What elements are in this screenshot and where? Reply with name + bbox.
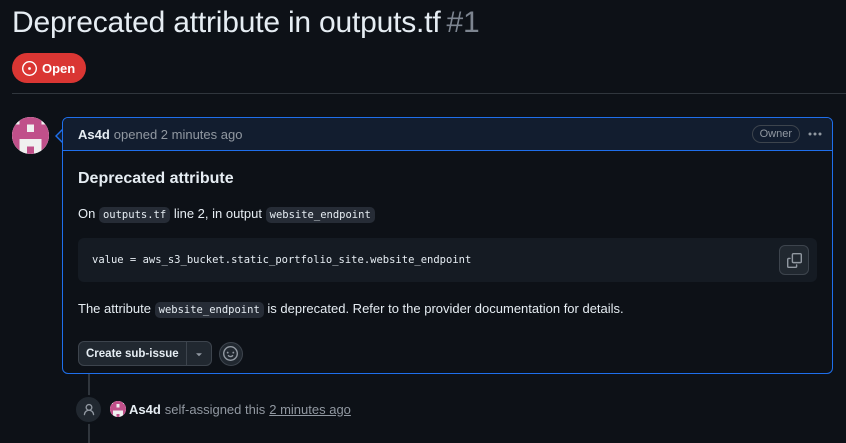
add-reaction-button[interactable] <box>218 341 243 366</box>
create-subissue-split-button: Create sub-issue <box>78 341 212 366</box>
comment-actions: Create sub-issue <box>78 341 817 366</box>
comment-paragraph-deprecation: The attribute website_endpoint is deprec… <box>78 299 817 320</box>
issue-title-text: Deprecated attribute in outputs.tf <box>12 6 441 39</box>
comment-heading: Deprecated attribute <box>78 170 234 187</box>
smiley-icon <box>223 346 239 361</box>
timeline-event-badge <box>74 395 103 424</box>
timeline-event: As4d self-assigned this 2 minutes ago <box>110 400 351 418</box>
file-name-code: outputs.tf <box>98 207 171 223</box>
issue-number: #1 <box>446 6 480 39</box>
comment-author-link[interactable]: As4d <box>78 127 110 142</box>
kebab-horizontal-icon <box>808 132 822 136</box>
header-divider <box>12 93 846 94</box>
author-avatar[interactable] <box>12 117 49 154</box>
comment-header: As4d opened 2 minutes ago Owner <box>63 118 832 151</box>
event-action: self-assigned this <box>164 401 266 417</box>
attribute-name-code: website_endpoint <box>154 302 264 318</box>
owner-badge: Owner <box>751 125 800 143</box>
code-block-text: value = aws_s3_bucket.static_portfolio_s… <box>92 254 472 266</box>
comment-options-button[interactable] <box>806 125 824 143</box>
event-author-avatar[interactable] <box>110 401 126 417</box>
issue-title: Deprecated attribute in outputs.tf #1 <box>12 4 480 42</box>
code-block: value = aws_s3_bucket.static_portfolio_s… <box>78 238 817 282</box>
create-subissue-button[interactable]: Create sub-issue <box>79 342 187 365</box>
identicon-avatar-small <box>110 401 126 417</box>
issue-state-badge: Open <box>12 53 87 83</box>
identicon-avatar <box>12 117 49 154</box>
issue-comment: As4d opened 2 minutes ago Owner Deprecat… <box>62 117 833 374</box>
comment-meta[interactable]: opened 2 minutes ago <box>114 127 243 142</box>
issue-state-label: Open <box>42 60 76 76</box>
create-subissue-dropdown[interactable] <box>187 342 211 365</box>
comment-paragraph-location: On outputs.tf line 2, in output website_… <box>78 204 817 225</box>
event-time-link[interactable]: 2 minutes ago <box>269 402 351 417</box>
location-middle: line 2, in output <box>173 206 262 221</box>
location-prefix: On <box>78 206 96 221</box>
comment-body: Deprecated attribute On outputs.tf line … <box>63 151 832 366</box>
copy-button[interactable] <box>779 245 809 275</box>
person-icon <box>83 403 94 415</box>
deprecation-suffix: is deprecated. Refer to the provider doc… <box>267 301 624 316</box>
deprecation-prefix: The attribute <box>78 301 151 316</box>
triangle-down-icon <box>195 352 202 356</box>
copy-icon <box>786 252 802 268</box>
output-name-code: website_endpoint <box>265 207 375 223</box>
issue-opened-icon <box>22 60 37 76</box>
event-author-link[interactable]: As4d <box>129 402 161 417</box>
